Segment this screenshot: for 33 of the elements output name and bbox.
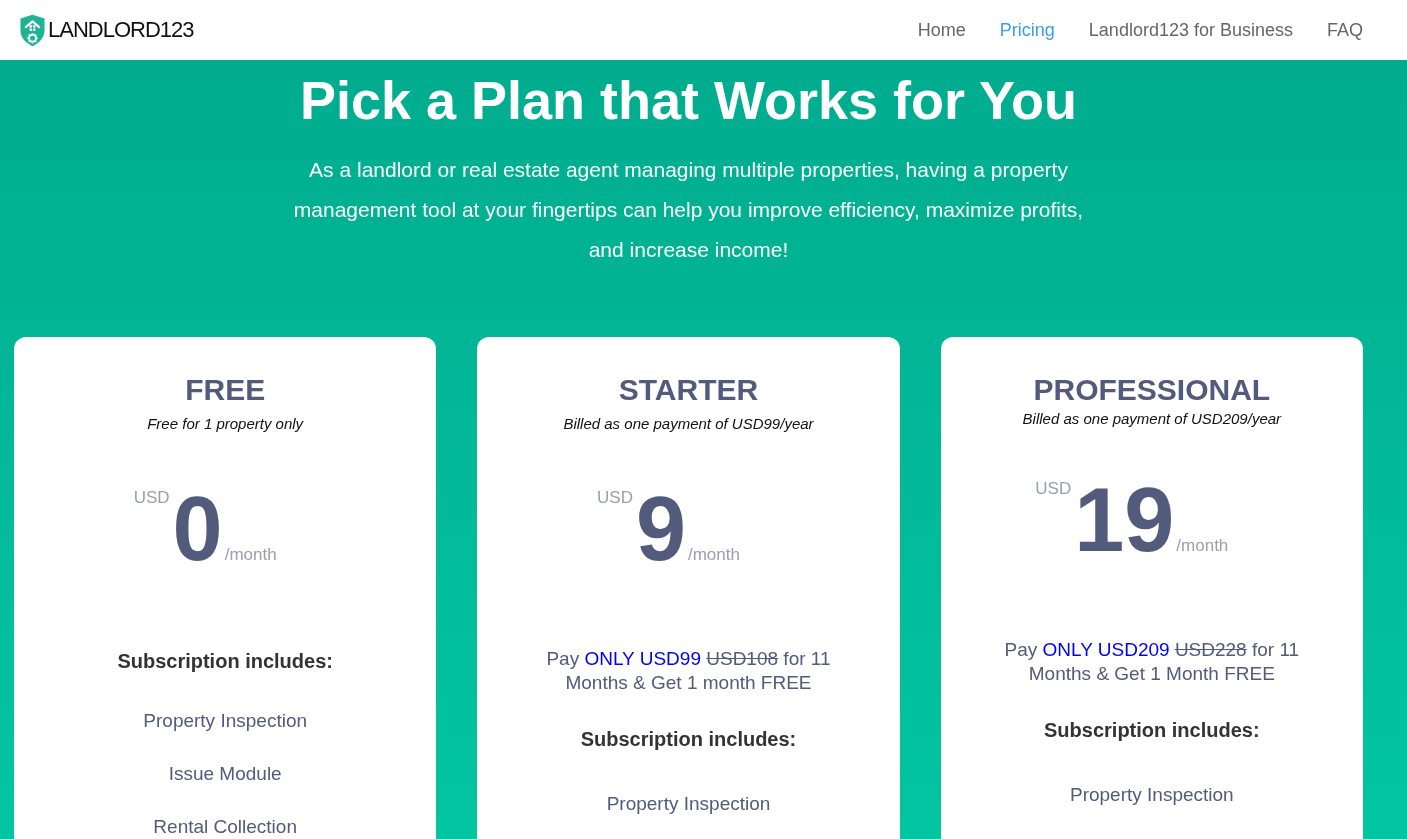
price-period: /month: [224, 545, 277, 565]
includes-heading: Subscription includes:: [1044, 718, 1260, 743]
offer-text: Pay ONLY USD209 USD228 for 11 Months & Get 1 Month FREE: [1003, 638, 1301, 686]
includes-heading: Subscription includes:: [117, 649, 333, 674]
plan-title: PROFESSIONAL: [1033, 372, 1271, 408]
nav-link[interactable]: Landlord123 for Business: [1088, 18, 1293, 42]
price-period: /month: [688, 545, 740, 565]
feature-item: Property Inspection: [606, 794, 771, 814]
currency-label: USD: [597, 488, 633, 508]
hero-description: As a landlord or real estate agent managing multiple properties, having a property management tool at your fingertips can help you improve efficiency, maximize profits, and increase income!: [292, 157, 1085, 263]
nav-link[interactable]: Home: [917, 18, 966, 42]
logo-link[interactable]: LANDLORD123: [20, 13, 194, 47]
price-amount: 19: [1074, 475, 1175, 565]
shield-house-icon: [20, 13, 45, 47]
hero-title: Pick a Plan that Works for You: [298, 69, 1079, 132]
plan-subtitle: Free for 1 property only: [147, 415, 304, 433]
plan-subtitle: Billed as one payment of USD209/year: [1022, 410, 1282, 428]
nav-link[interactable]: FAQ: [1327, 18, 1363, 42]
feature-item: Rental Collection: [153, 817, 297, 837]
feature-item: Issue Module: [168, 764, 282, 784]
includes-heading: Subscription includes:: [580, 727, 797, 752]
plan-subtitle: Billed as one payment of USD99/year: [563, 415, 814, 433]
price-amount: 0: [172, 484, 223, 574]
currency-label: USD: [1035, 479, 1072, 499]
price-period: /month: [1176, 536, 1229, 556]
currency-label: USD: [133, 488, 170, 508]
nav-link[interactable]: Pricing: [999, 18, 1055, 42]
feature-item: Property Inspection: [1069, 785, 1234, 805]
feature-item: Property Inspection: [143, 711, 307, 731]
price-amount: 9: [635, 484, 686, 574]
plan-title: STARTER: [618, 372, 759, 408]
offer-text: Pay ONLY USD99 USD108 for 11 Months & Get 1 month FREE: [545, 647, 832, 695]
plan-title: FREE: [185, 372, 266, 408]
